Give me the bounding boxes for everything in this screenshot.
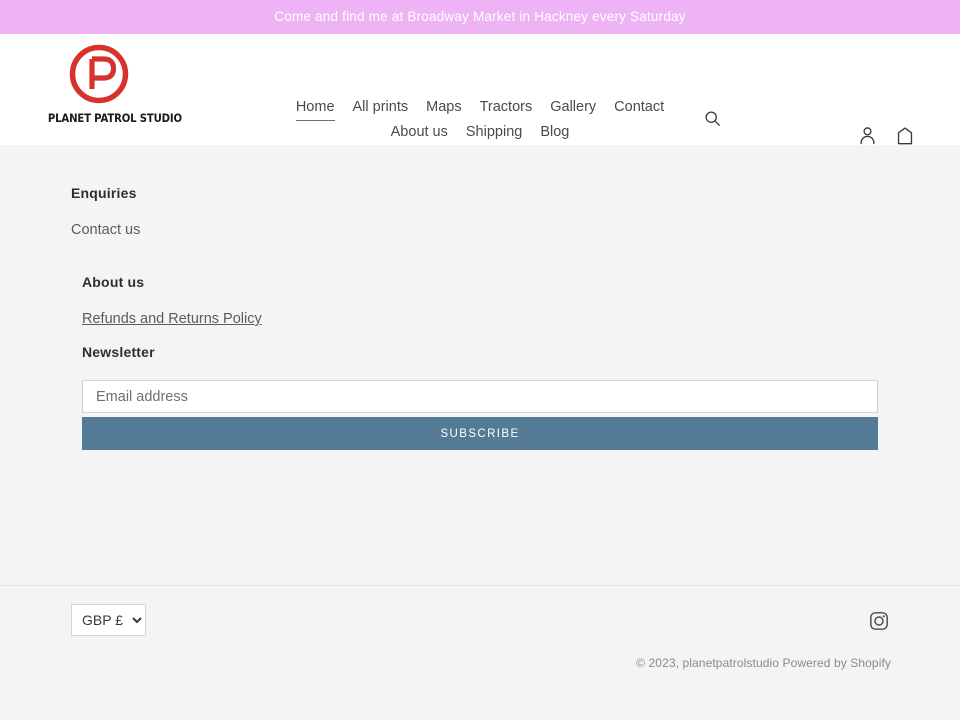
site-logo[interactable]: PLANET PATROL STUDIO	[41, 42, 182, 125]
footer-heading-enquiries: Enquiries	[71, 185, 137, 201]
footer-bottom-row: GBP £	[71, 604, 916, 636]
site-header: PLANET PATROL STUDIO Home All prints Map…	[0, 34, 960, 145]
search-button[interactable]	[700, 106, 724, 130]
newsletter-email-input[interactable]	[82, 380, 878, 413]
site-footer: Enquiries Contact us About us Refunds an…	[0, 145, 960, 720]
nav-item-contact[interactable]: Contact	[614, 96, 664, 120]
cart-button[interactable]	[894, 124, 916, 146]
footer-copyright: © 2023, planetpatrolstudio Powered by Sh…	[71, 656, 916, 670]
footer-content: Enquiries Contact us About us Refunds an…	[0, 145, 960, 450]
powered-by-shopify-link[interactable]: Powered by Shopify	[782, 656, 891, 670]
nav-item-all-prints[interactable]: All prints	[353, 96, 409, 120]
newsletter-subscribe-button[interactable]: SUBSCRIBE	[82, 417, 878, 450]
nav-item-gallery[interactable]: Gallery	[550, 96, 596, 120]
search-icon	[704, 110, 720, 126]
nav-item-tractors[interactable]: Tractors	[480, 96, 533, 120]
footer-bottom-bar: GBP £ © 2023, planetpatrolstudio Powered…	[0, 585, 960, 720]
nav-row-secondary: About us Shipping Blog	[270, 121, 690, 145]
account-icon	[859, 126, 875, 144]
account-button[interactable]	[856, 124, 878, 146]
logo-wordmark: PLANET PATROL STUDIO	[47, 111, 182, 125]
footer-heading-about-us: About us	[82, 274, 145, 290]
copyright-text: © 2023, planetpatrolstudio	[636, 656, 780, 670]
header-icon-group	[856, 124, 916, 146]
planet-patrol-logo-icon	[69, 44, 128, 104]
page-root: Come and find me at Broadway Market in H…	[0, 0, 960, 720]
nav-item-shipping[interactable]: Shipping	[466, 121, 522, 145]
footer-group-about: About us Refunds and Returns Policy	[0, 274, 960, 328]
main-navigation: Home All prints Maps Tractors Gallery Co…	[270, 96, 690, 145]
instagram-icon	[870, 612, 888, 630]
announcement-text: Come and find me at Broadway Market in H…	[274, 9, 686, 25]
announcement-bar: Come and find me at Broadway Market in H…	[0, 0, 960, 34]
newsletter-heading: Newsletter	[82, 344, 155, 360]
nav-item-maps[interactable]: Maps	[426, 96, 461, 120]
nav-item-blog[interactable]: Blog	[540, 121, 569, 145]
shopping-bag-icon	[897, 126, 913, 144]
nav-row-primary: Home All prints Maps Tractors Gallery Co…	[270, 96, 690, 121]
nav-item-about-us[interactable]: About us	[391, 121, 448, 145]
currency-selector[interactable]: GBP £	[71, 604, 146, 636]
footer-link-refunds-returns-policy[interactable]: Refunds and Returns Policy	[82, 311, 262, 327]
footer-link-contact-us[interactable]: Contact us	[71, 222, 140, 238]
newsletter-section: Newsletter SUBSCRIBE	[0, 344, 960, 450]
nav-item-home[interactable]: Home	[295, 96, 335, 121]
footer-group-enquiries: Enquiries Contact us	[0, 185, 960, 239]
social-link-instagram[interactable]	[867, 609, 891, 633]
